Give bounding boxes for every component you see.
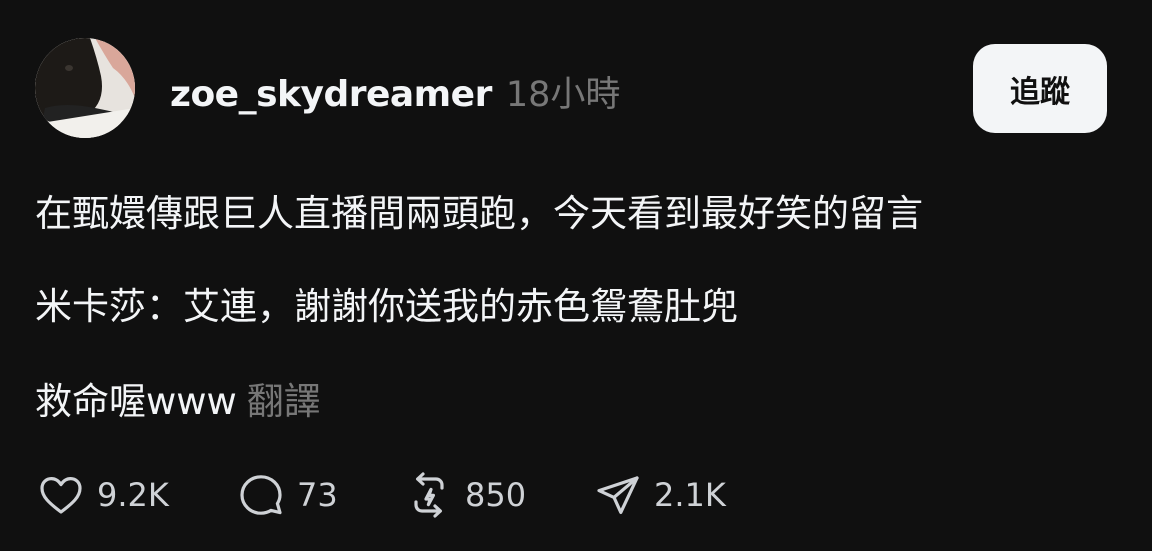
post-text-line-1: 在甄嬛傳跟巨人直播間兩頭跑，今天看到最好笑的留言 (35, 192, 923, 235)
post-text-line-3-content: 救命喔www (35, 380, 237, 423)
post-text-line-2: 米卡莎：艾連，謝謝你送我的赤色鴛鴦肚兜 (35, 285, 738, 328)
post-timestamp: 18小時 (505, 75, 621, 115)
post-card: zoe_skydreamer 18小時 追蹤 在甄嬛傳跟巨人直播間兩頭跑，今天看… (0, 0, 1152, 551)
repost-icon (405, 471, 453, 519)
heart-icon (37, 471, 85, 519)
reply-count: 73 (297, 476, 338, 514)
avatar-image (35, 38, 135, 138)
post-text-line-3: 救命喔www 翻譯 (35, 378, 321, 426)
like-button[interactable]: 9.2K (37, 470, 169, 520)
repost-count: 850 (465, 476, 527, 514)
send-icon (594, 471, 642, 519)
follow-button[interactable]: 追蹤 (973, 44, 1107, 133)
post-header: zoe_skydreamer 18小時 (170, 66, 620, 116)
reply-button[interactable]: 73 (237, 470, 338, 520)
action-bar: 9.2K 73 850 2.1K (0, 470, 1152, 520)
translate-link[interactable]: 翻譯 (247, 380, 321, 423)
avatar[interactable] (35, 38, 135, 138)
like-count: 9.2K (97, 476, 169, 514)
comment-icon (237, 471, 285, 519)
repost-button[interactable]: 850 (405, 470, 526, 520)
share-count: 2.1K (654, 476, 726, 514)
username-link[interactable]: zoe_skydreamer (170, 74, 492, 115)
share-button[interactable]: 2.1K (594, 470, 726, 520)
